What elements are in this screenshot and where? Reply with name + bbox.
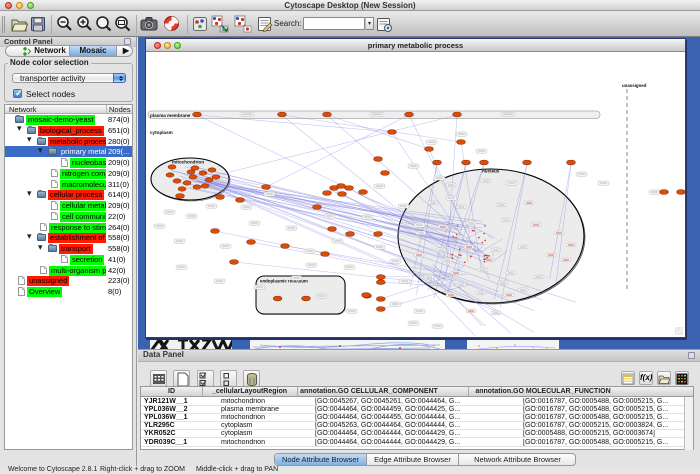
svg-text:plasma membrane: plasma membrane bbox=[150, 113, 191, 118]
svg-text:unassigned: unassigned bbox=[622, 83, 647, 88]
svg-text:cytoplasm: cytoplasm bbox=[150, 130, 173, 135]
svg-text:mitochondrion: mitochondrion bbox=[172, 160, 204, 165]
svg-text:nucleus: nucleus bbox=[482, 169, 500, 174]
